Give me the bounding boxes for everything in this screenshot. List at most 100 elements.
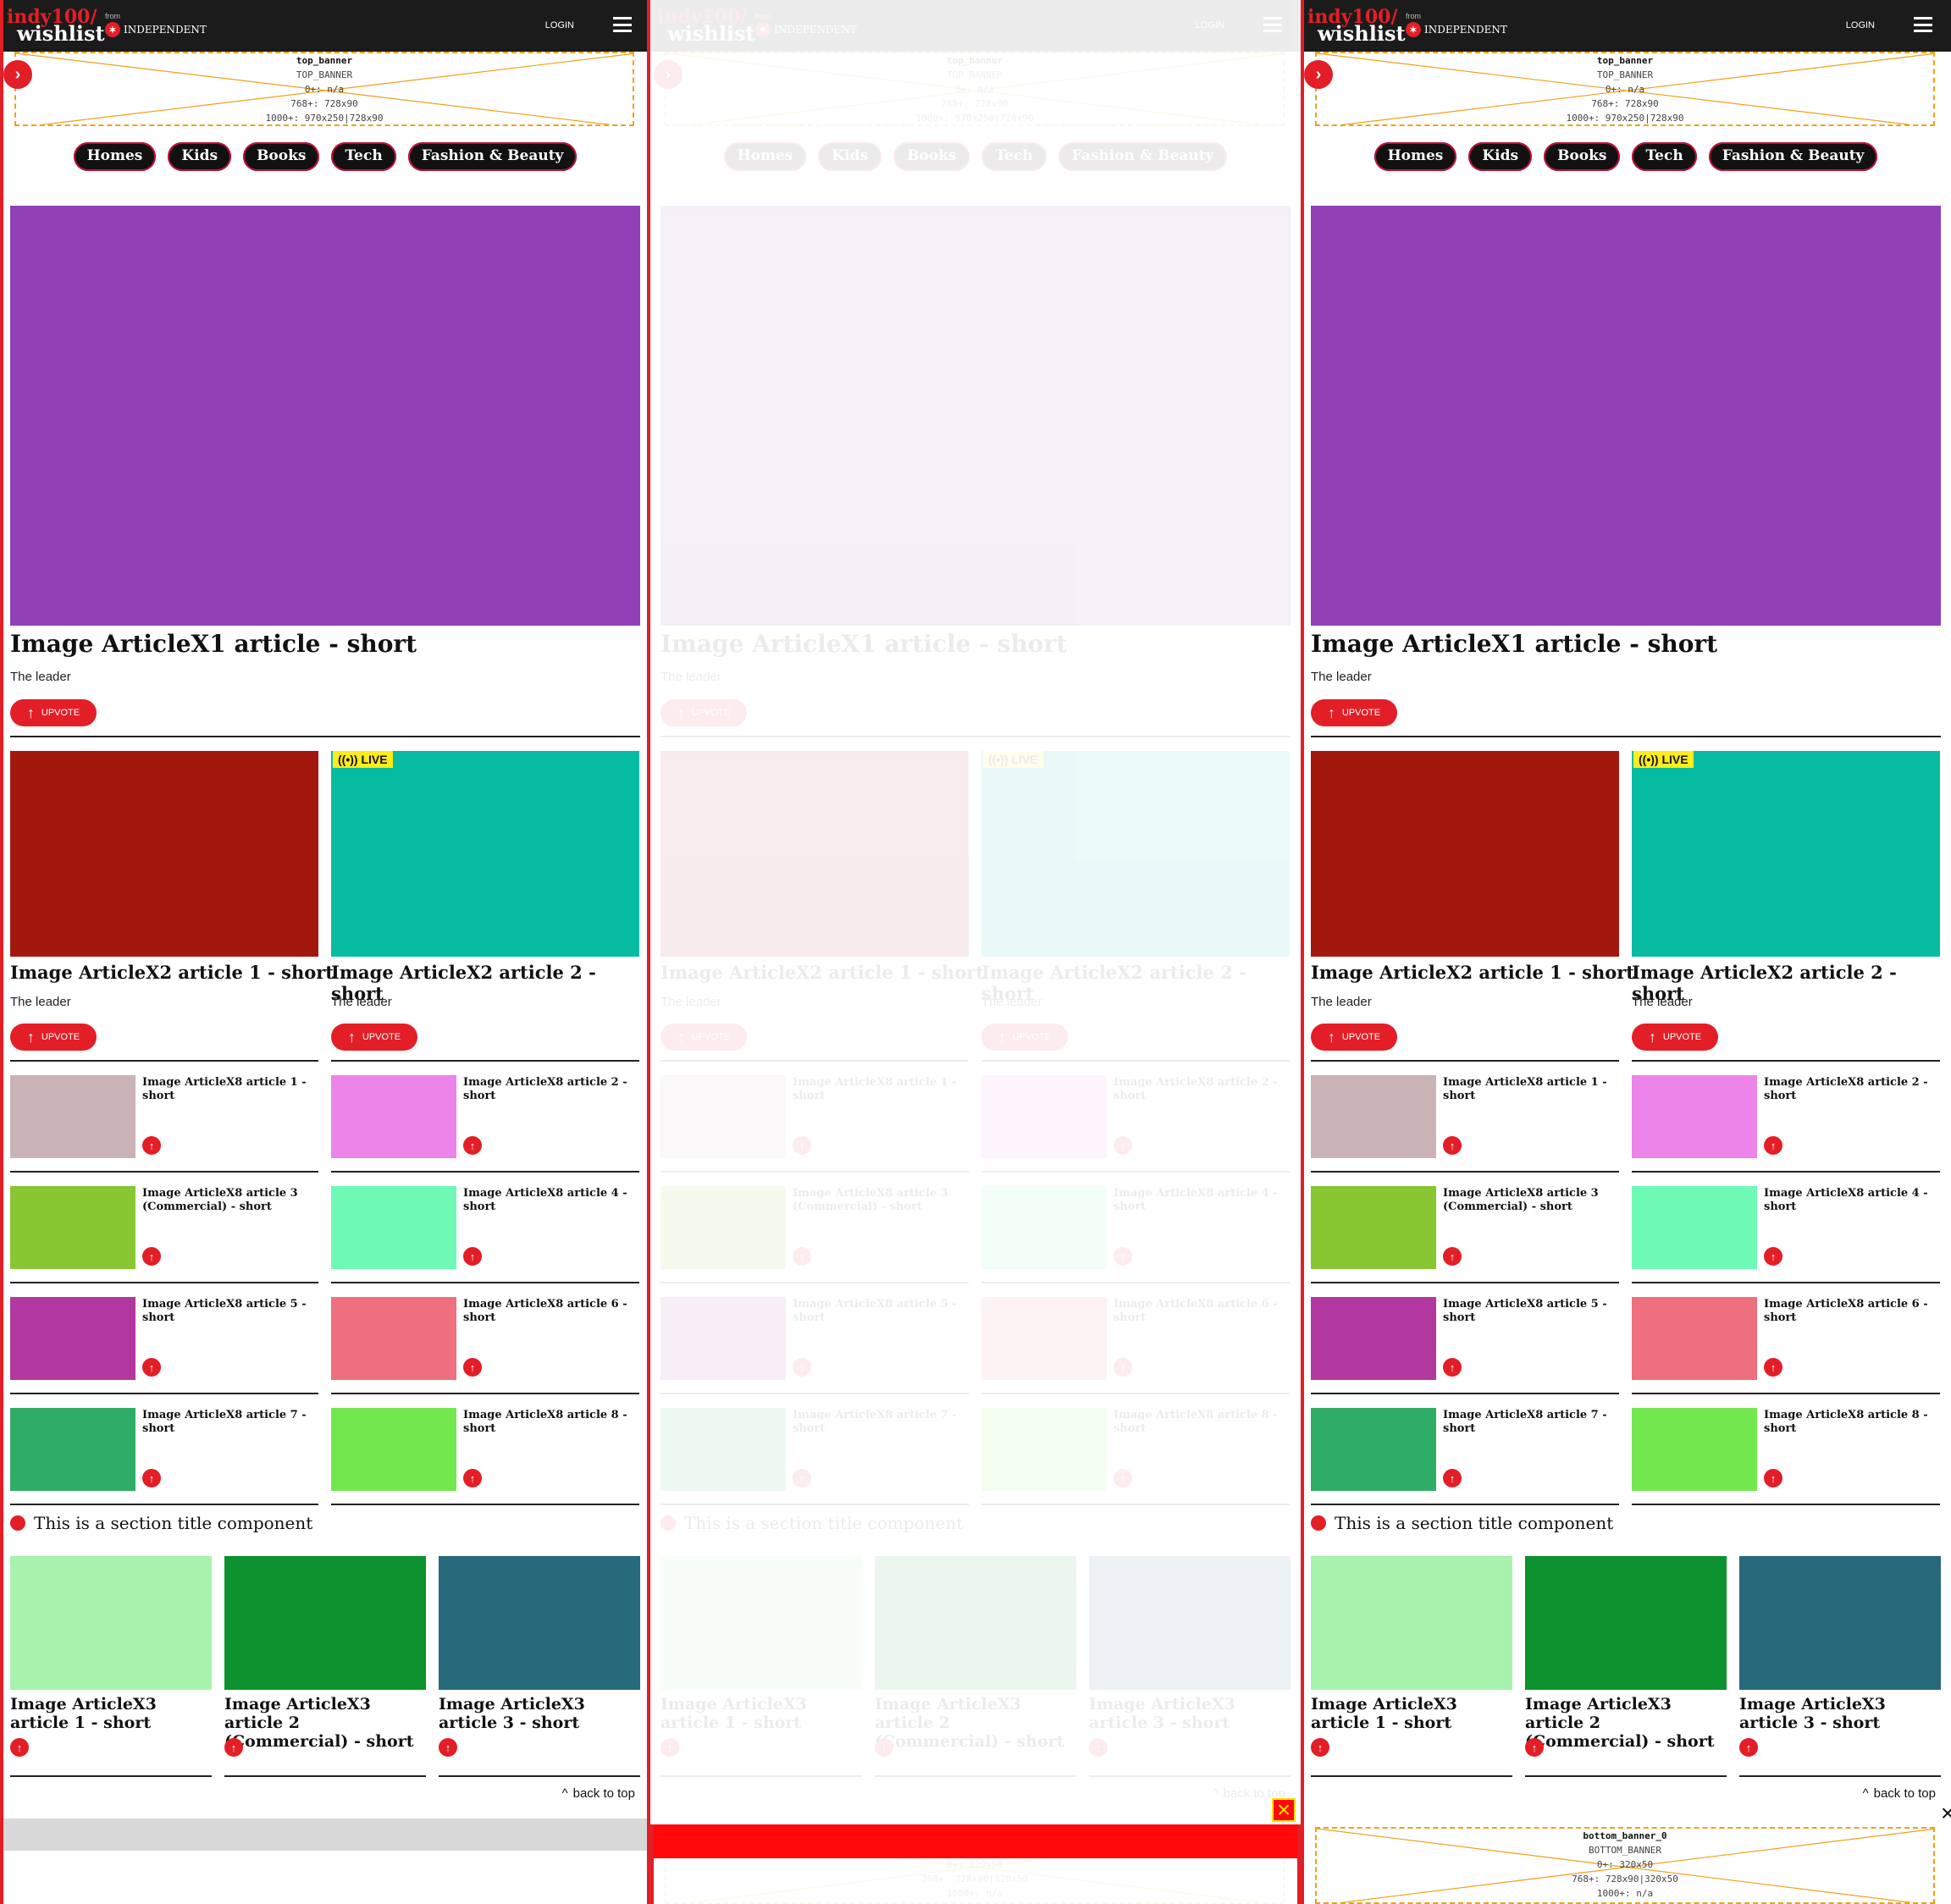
upvote-arrow-icon[interactable]: ↑ xyxy=(10,1738,29,1757)
article-x2-title[interactable]: Image ArticleX2 article 1 - short xyxy=(1311,962,1634,983)
category-pill[interactable]: Books xyxy=(1544,142,1621,171)
hero-article-image[interactable] xyxy=(1311,206,1941,626)
upvote-button[interactable]: ↑ UPVOTE xyxy=(660,699,747,726)
article-x8-image[interactable] xyxy=(1632,1186,1757,1269)
article-x3-title[interactable]: Image ArticleX3 article 2 (Commercial) -… xyxy=(875,1695,1078,1751)
article-x3-title[interactable]: Image ArticleX3 article 3 - short xyxy=(1089,1695,1292,1732)
upvote-button[interactable]: ↑ UPVOTE xyxy=(10,699,97,726)
category-pill[interactable]: Fashion & Beauty xyxy=(407,142,578,171)
article-x3-image[interactable] xyxy=(439,1556,640,1690)
category-pill[interactable]: Tech xyxy=(1632,142,1697,171)
article-x2-image[interactable] xyxy=(981,751,1290,957)
category-pill[interactable]: Kids xyxy=(818,142,882,171)
article-x8-title[interactable]: Image ArticleX8 article 1 - short xyxy=(142,1076,316,1103)
upvote-button[interactable]: ↑ UPVOTE xyxy=(10,1024,97,1051)
independent-logo[interactable]: ✶ INDEPENDENT xyxy=(105,22,207,37)
article-x3-title[interactable]: Image ArticleX3 article 2 (Commercial) -… xyxy=(1525,1695,1728,1751)
article-x8-image[interactable] xyxy=(1632,1297,1757,1380)
article-x8-title[interactable]: Image ArticleX8 article 4 - short xyxy=(1764,1187,1937,1214)
article-x8-image[interactable] xyxy=(331,1075,456,1158)
article-x8-title[interactable]: Image ArticleX8 article 8 - short xyxy=(1114,1409,1287,1436)
login-link[interactable]: LOGIN xyxy=(545,20,574,30)
article-x8-image[interactable] xyxy=(660,1186,786,1269)
upvote-arrow-icon[interactable]: ↑ xyxy=(1443,1358,1462,1377)
site-logo[interactable]: indy100/ wishlist xyxy=(7,8,105,44)
article-x8-image[interactable] xyxy=(10,1297,135,1380)
article-x3-title[interactable]: Image ArticleX3 article 1 - short xyxy=(1311,1695,1514,1732)
upvote-arrow-icon[interactable]: ↑ xyxy=(1114,1247,1132,1266)
article-x2-title[interactable]: Image ArticleX2 article 1 - short xyxy=(660,962,984,983)
article-x3-image[interactable] xyxy=(1739,1556,1941,1690)
upvote-arrow-icon[interactable]: ↑ xyxy=(463,1358,482,1377)
article-x8-title[interactable]: Image ArticleX8 article 5 - short xyxy=(793,1298,966,1325)
upvote-arrow-icon[interactable]: ↑ xyxy=(793,1136,811,1155)
upvote-button[interactable]: ↑ UPVOTE xyxy=(660,1024,747,1051)
article-x8-title[interactable]: Image ArticleX8 article 2 - short xyxy=(1114,1076,1287,1103)
article-x8-image[interactable] xyxy=(10,1075,135,1158)
article-x3-title[interactable]: Image ArticleX3 article 3 - short xyxy=(439,1695,642,1732)
article-x2-image[interactable] xyxy=(1632,751,1940,957)
upvote-arrow-icon[interactable]: ↑ xyxy=(1525,1738,1544,1757)
article-x8-image[interactable] xyxy=(660,1297,786,1380)
upvote-arrow-icon[interactable]: ↑ xyxy=(793,1469,811,1487)
hero-article-image[interactable] xyxy=(10,206,640,626)
upvote-arrow-icon[interactable]: ↑ xyxy=(1443,1469,1462,1487)
upvote-arrow-icon[interactable]: ↑ xyxy=(142,1358,161,1377)
upvote-arrow-icon[interactable]: ↑ xyxy=(463,1247,482,1266)
article-x8-image[interactable] xyxy=(1632,1075,1757,1158)
article-x3-image[interactable] xyxy=(224,1556,426,1690)
category-pill[interactable]: Books xyxy=(243,142,320,171)
upvote-arrow-icon[interactable]: ↑ xyxy=(1089,1738,1108,1757)
article-x8-title[interactable]: Image ArticleX8 article 4 - short xyxy=(463,1187,637,1214)
category-pill[interactable]: Fashion & Beauty xyxy=(1058,142,1228,171)
independent-logo[interactable]: ✶ INDEPENDENT xyxy=(755,22,857,37)
upvote-button[interactable]: ↑ UPVOTE xyxy=(331,1024,417,1051)
chevron-right-icon[interactable]: › xyxy=(3,60,32,89)
article-x8-title[interactable]: Image ArticleX8 article 3 (Commercial) -… xyxy=(1443,1187,1617,1214)
upvote-button[interactable]: ↑ UPVOTE xyxy=(1311,1024,1397,1051)
article-x8-image[interactable] xyxy=(660,1408,786,1491)
back-to-top-link[interactable]: ^ back to top xyxy=(562,1786,635,1801)
article-x3-title[interactable]: Image ArticleX3 article 2 (Commercial) -… xyxy=(224,1695,428,1751)
category-pill[interactable]: Homes xyxy=(73,142,157,171)
article-x8-image[interactable] xyxy=(10,1186,135,1269)
article-x8-title[interactable]: Image ArticleX8 article 7 - short xyxy=(142,1409,316,1436)
article-x3-image[interactable] xyxy=(875,1556,1076,1690)
upvote-arrow-icon[interactable]: ↑ xyxy=(660,1738,679,1757)
article-x2-image[interactable] xyxy=(10,751,318,957)
upvote-arrow-icon[interactable]: ↑ xyxy=(793,1358,811,1377)
article-x8-title[interactable]: Image ArticleX8 article 8 - short xyxy=(1764,1409,1937,1436)
upvote-arrow-icon[interactable]: ↑ xyxy=(142,1136,161,1155)
upvote-arrow-icon[interactable]: ↑ xyxy=(224,1738,243,1757)
article-x8-image[interactable] xyxy=(331,1186,456,1269)
upvote-arrow-icon[interactable]: ↑ xyxy=(1443,1136,1462,1155)
back-to-top-link[interactable]: ^ back to top xyxy=(1863,1786,1936,1801)
category-pill[interactable]: Homes xyxy=(1373,142,1457,171)
category-pill[interactable]: Kids xyxy=(168,142,232,171)
category-pill[interactable]: Kids xyxy=(1468,142,1533,171)
article-x8-title[interactable]: Image ArticleX8 article 1 - short xyxy=(793,1076,966,1103)
article-x8-title[interactable]: Image ArticleX8 article 5 - short xyxy=(1443,1298,1617,1325)
upvote-arrow-icon[interactable]: ↑ xyxy=(793,1247,811,1266)
article-x2-image[interactable] xyxy=(1311,751,1619,957)
article-x8-title[interactable]: Image ArticleX8 article 6 - short xyxy=(463,1298,637,1325)
upvote-arrow-icon[interactable]: ↑ xyxy=(463,1136,482,1155)
upvote-arrow-icon[interactable]: ↑ xyxy=(1764,1469,1782,1487)
article-x8-title[interactable]: Image ArticleX8 article 6 - short xyxy=(1114,1298,1287,1325)
article-x8-image[interactable] xyxy=(981,1408,1107,1491)
article-x8-title[interactable]: Image ArticleX8 article 5 - short xyxy=(142,1298,316,1325)
article-x3-image[interactable] xyxy=(1525,1556,1727,1690)
article-x8-title[interactable]: Image ArticleX8 article 1 - short xyxy=(1443,1076,1617,1103)
hamburger-menu-icon[interactable] xyxy=(613,17,632,32)
upvote-arrow-icon[interactable]: ↑ xyxy=(142,1469,161,1487)
upvote-arrow-icon[interactable]: ↑ xyxy=(463,1469,482,1487)
site-logo[interactable]: indy100/ wishlist xyxy=(1307,8,1406,44)
upvote-arrow-icon[interactable]: ↑ xyxy=(1311,1738,1329,1757)
article-x8-image[interactable] xyxy=(331,1408,456,1491)
upvote-arrow-icon[interactable]: ↑ xyxy=(142,1247,161,1266)
close-icon[interactable]: × xyxy=(1272,1796,1296,1823)
close-icon[interactable]: × xyxy=(1936,1800,1951,1826)
upvote-button[interactable]: ↑ UPVOTE xyxy=(981,1024,1068,1051)
article-x8-image[interactable] xyxy=(1311,1408,1436,1491)
article-x8-image[interactable] xyxy=(1311,1075,1436,1158)
